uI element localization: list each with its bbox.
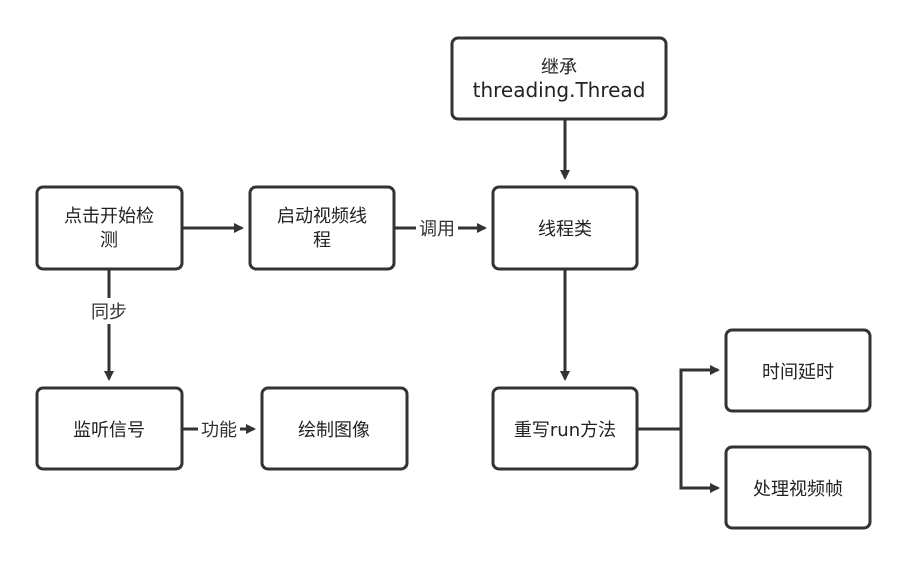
node-time-delay-label: 时间延时 — [762, 362, 834, 383]
node-thread-class-label: 线程类 — [538, 219, 592, 240]
node-start-video-thread-line2: 程 — [313, 230, 331, 251]
node-draw-image-label: 绘制图像 — [298, 420, 370, 441]
edge-label-function: 功能 — [201, 420, 237, 441]
node-inherit: 继承 threading.Thread — [450, 36, 668, 121]
node-thread-class: 线程类 — [491, 185, 639, 271]
node-start-video-thread-line1: 启动视频线 — [277, 206, 367, 227]
flow-diagram: 调用 同步 功能 继承 threading.Thread 点击开始检 测 启动视… — [35, 36, 872, 530]
node-listen-signal-label: 监听信号 — [73, 420, 145, 441]
node-inherit-line2: threading.Thread — [473, 78, 646, 102]
node-start-video-thread: 启动视频线 程 — [248, 185, 396, 271]
node-start-detect: 点击开始检 测 — [35, 185, 184, 271]
node-inherit-line1: 继承 — [541, 57, 577, 78]
edge-override-run-to-process-frame — [679, 429, 720, 493]
edge-label-sync: 同步 — [91, 302, 127, 323]
node-override-run-label: 重写run方法 — [514, 420, 616, 441]
node-start-detect-line1: 点击开始检 — [64, 206, 154, 227]
node-process-frame: 处理视频帧 — [724, 445, 872, 530]
node-start-detect-line2: 测 — [100, 230, 118, 251]
node-override-run: 重写run方法 — [491, 386, 639, 471]
node-time-delay: 时间延时 — [724, 328, 872, 413]
edge-override-run-to-time-delay — [637, 365, 720, 431]
node-listen-signal: 监听信号 — [35, 386, 184, 471]
edge-label-call: 调用 — [419, 219, 455, 240]
node-process-frame-label: 处理视频帧 — [753, 479, 843, 500]
node-draw-image: 绘制图像 — [260, 386, 409, 471]
